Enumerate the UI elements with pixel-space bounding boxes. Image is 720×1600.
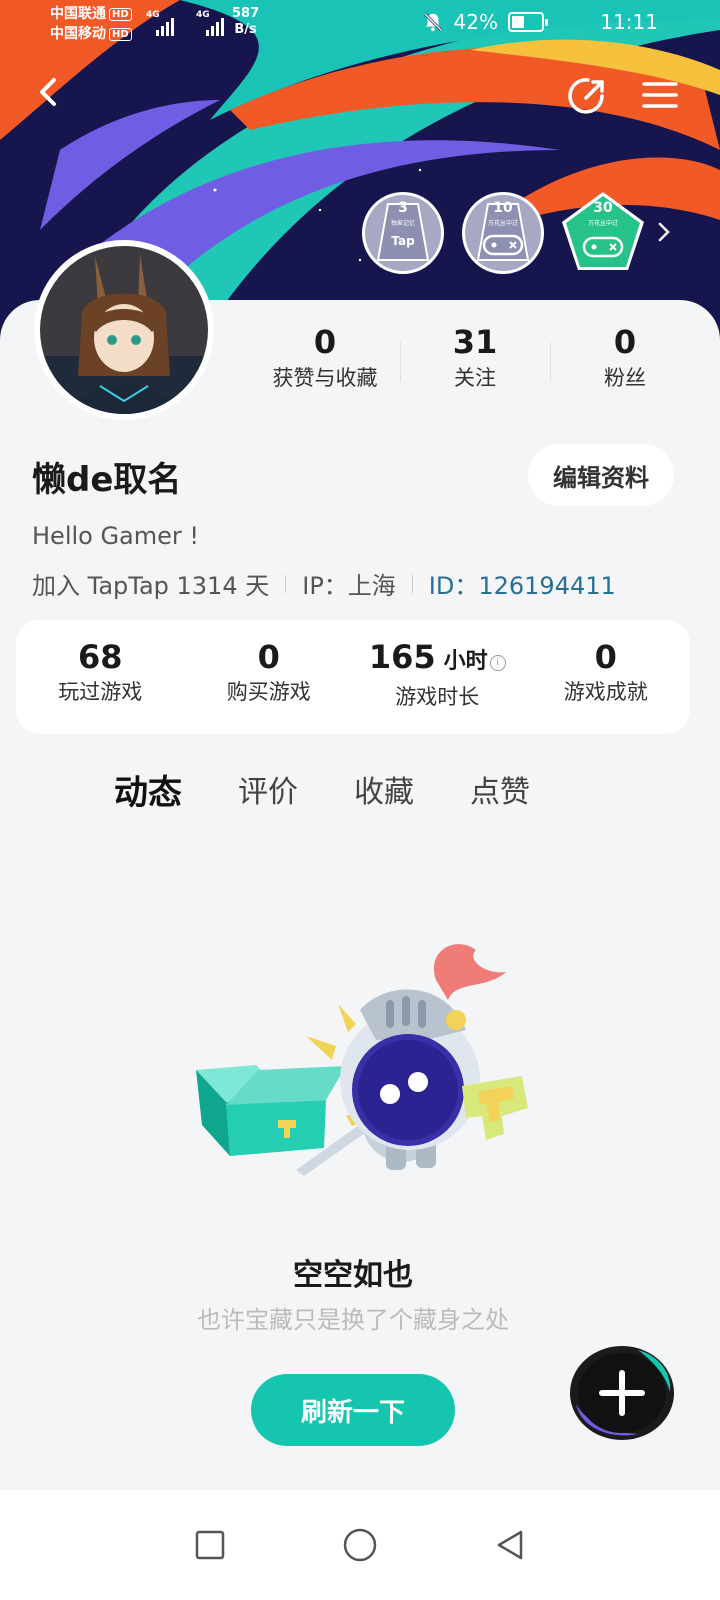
chevron-right-icon	[658, 222, 670, 242]
network-speed-value: 587	[232, 6, 260, 21]
stat-purchased-games[interactable]: 0 购买游戏	[185, 620, 354, 734]
tab-moments[interactable]: 动态	[114, 768, 182, 818]
stat-achievements[interactable]: 0 游戏成就	[522, 620, 691, 734]
followers-count-value: 0	[613, 323, 637, 361]
square-icon	[195, 1530, 225, 1560]
battery-icon	[508, 12, 548, 32]
signal-indicators: 4G 4G	[146, 10, 232, 36]
stat-value: 165	[368, 638, 436, 676]
badge-3-level: 30	[593, 200, 613, 216]
stat-label: 玩过游戏	[58, 680, 143, 704]
badge-3-title: 万花丛中过	[587, 220, 618, 227]
system-back-button[interactable]	[485, 1520, 535, 1570]
stat-value: 0	[257, 638, 280, 676]
badge-1-title: 独家记忆	[390, 220, 415, 227]
likes-count-value: 0	[313, 323, 337, 361]
tab-likes[interactable]: 点赞	[470, 768, 530, 818]
game-stats: 68 玩过游戏 0 购买游戏 165 小时 i 游戏时长 0 游戏成就	[16, 620, 690, 734]
badge-3[interactable]: 30 万花丛中过	[560, 190, 646, 276]
refresh-button[interactable]: 刷新一下	[251, 1374, 455, 1446]
badge-1-label: Tap	[391, 234, 415, 248]
empty-knight-illustration	[196, 944, 528, 1176]
status-bar: 中国联通 HD 中国移动 HD 4G 4G 587 B/s 42% 11:11	[0, 0, 720, 48]
badge-2[interactable]: 10 万花丛中过	[460, 190, 546, 276]
carrier-info: 中国联通 HD 中国移动 HD	[50, 4, 132, 44]
achievement-badges[interactable]: 3 独家记忆 Tap 10 万花丛中过 30 万花丛中过	[360, 190, 646, 276]
user-id[interactable]: ID：126194411	[429, 566, 616, 601]
tab-reviews[interactable]: 评价	[238, 768, 298, 818]
joined-days: 加入 TapTap 1314 天	[32, 572, 270, 600]
stat-label: 游戏时长	[395, 685, 480, 709]
bio: Hello Gamer !	[32, 522, 200, 550]
content-tabs: 动态 评价 收藏 点赞	[114, 768, 530, 818]
signal-1-icon: 4G	[146, 10, 182, 36]
profile-meta: 加入 TapTap 1314 天 IP：上海 ID：126194411	[32, 566, 616, 601]
triangle-back-icon	[497, 1530, 523, 1560]
badge-2-title: 万花丛中过	[487, 220, 518, 227]
avatar[interactable]	[34, 240, 214, 420]
battery-percent: 42%	[453, 10, 498, 34]
create-post-button[interactable]	[568, 1344, 676, 1442]
circle-icon	[343, 1528, 377, 1562]
stat-value: 68	[77, 638, 123, 676]
stat-play-time[interactable]: 165 小时 i 游戏时长	[353, 620, 522, 734]
likes-count-label: 获赞与收藏	[272, 366, 378, 390]
meta-divider	[411, 574, 413, 593]
empty-title: 空空如也	[293, 1258, 413, 1293]
badge-1[interactable]: 3 独家记忆 Tap	[360, 190, 446, 276]
recent-apps-button[interactable]	[185, 1520, 235, 1570]
hd-badge-1: HD	[109, 8, 132, 21]
network-speed-unit: B/s	[234, 22, 257, 37]
back-button[interactable]	[28, 70, 72, 114]
stat-value: 0	[594, 638, 617, 676]
status-right: 42%	[422, 10, 548, 34]
social-counts: 0 获赞与收藏 31 关注 0 粉丝	[250, 322, 700, 394]
chevron-left-icon	[40, 78, 56, 106]
home-button[interactable]	[335, 1520, 385, 1570]
badges-more-button[interactable]	[654, 218, 674, 250]
plus-icon	[570, 1346, 674, 1440]
following-count[interactable]: 31 关注	[400, 322, 550, 394]
system-navigation-bar	[0, 1490, 720, 1600]
menu-button[interactable]	[638, 74, 682, 118]
following-count-value: 31	[452, 323, 498, 361]
following-count-label: 关注	[454, 366, 496, 390]
stat-played-games[interactable]: 68 玩过游戏	[16, 620, 185, 734]
ip-location: IP：上海	[302, 572, 396, 600]
stat-value-row: 165 小时 i	[353, 638, 522, 681]
signal-2-icon: 4G	[196, 10, 232, 36]
stat-unit: 小时	[443, 649, 488, 674]
followers-count-label: 粉丝	[604, 366, 646, 390]
hamburger-menu-icon	[642, 82, 678, 108]
mute-bell-icon	[423, 12, 442, 32]
badge-2-level: 10	[493, 200, 513, 216]
followers-count[interactable]: 0 粉丝	[550, 322, 700, 394]
hd-badge-2: HD	[109, 28, 132, 41]
tab-favorites[interactable]: 收藏	[354, 768, 414, 818]
edit-profile-button[interactable]: 编辑资料	[528, 444, 674, 506]
carrier-2: 中国移动	[50, 26, 106, 42]
empty-subtitle: 也许宝藏只是换了个藏身之处	[197, 1306, 509, 1334]
meta-divider	[285, 574, 287, 593]
network-speed: 587 B/s	[232, 6, 259, 38]
share-icon	[568, 78, 604, 114]
username: 懒de取名	[32, 460, 182, 500]
clock: 11:11	[600, 10, 658, 34]
carrier-1: 中国联通	[50, 6, 106, 22]
stat-label: 购买游戏	[226, 680, 311, 704]
likes-count[interactable]: 0 获赞与收藏	[250, 322, 400, 394]
info-icon[interactable]: i	[489, 655, 506, 671]
share-button[interactable]	[566, 74, 610, 118]
avatar-image	[40, 246, 208, 414]
stat-label: 游戏成就	[563, 680, 648, 704]
badge-1-level: 3	[398, 200, 408, 216]
